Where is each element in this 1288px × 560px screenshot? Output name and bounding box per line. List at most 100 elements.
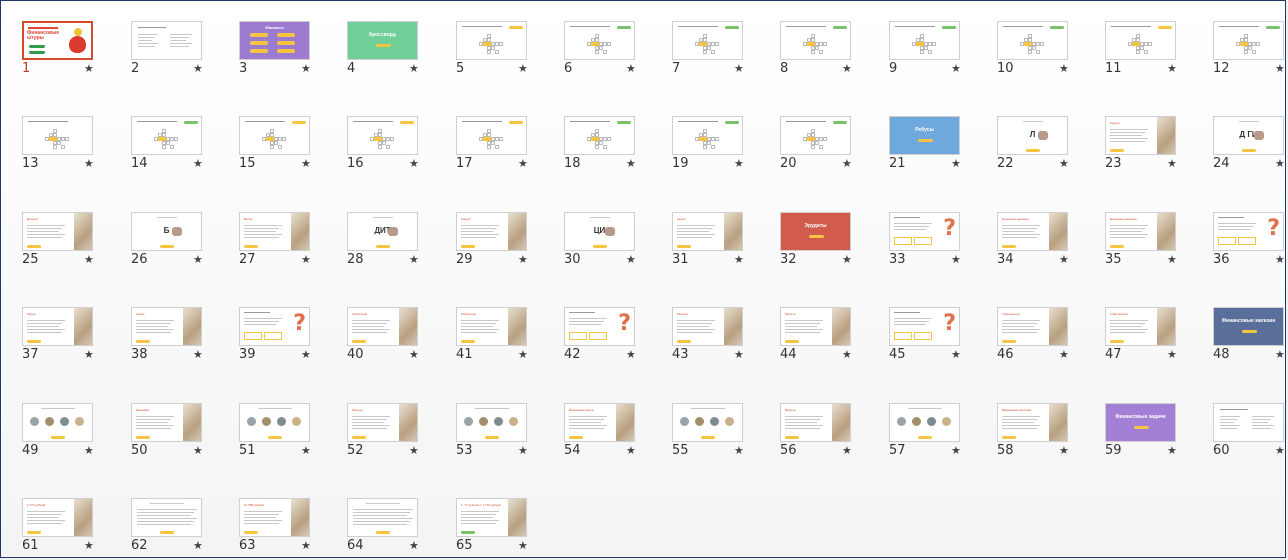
slide-thumbnail[interactable] [239, 116, 310, 155]
slide-favorite-star-icon[interactable]: ★ [842, 254, 852, 266]
slide-favorite-star-icon[interactable]: ★ [734, 254, 744, 266]
slide-favorite-star-icon[interactable]: ★ [951, 63, 961, 75]
slide-favorite-star-icon[interactable]: ★ [1275, 158, 1285, 170]
slide-thumbnail[interactable] [997, 21, 1068, 60]
slide-thumbnail[interactable] [1213, 403, 1284, 442]
slide-thumbnail-slot[interactable]: Банковская карта 54 ★ [564, 403, 659, 459]
slide-thumbnail-slot[interactable]: Денежная единица 34 ★ [997, 212, 1092, 268]
slide-thumbnail[interactable]: Кредит [1105, 116, 1176, 155]
slide-thumbnail-slot[interactable]: Монеты 52 ★ [347, 403, 442, 459]
slide-thumbnail-slot[interactable]: 49 ★ [22, 403, 117, 459]
slide-thumbnail-slot[interactable]: 1. 77 рублей 2. 1 770 рублей 65 ★ [456, 498, 551, 554]
slide-thumbnail[interactable]: ДИТ [347, 212, 418, 251]
slide-favorite-star-icon[interactable]: ★ [626, 445, 636, 457]
slide-favorite-star-icon[interactable]: ★ [409, 349, 419, 361]
slide-thumbnail-slot[interactable]: Вклад 27 ★ [239, 212, 334, 268]
slide-favorite-star-icon[interactable]: ★ [1275, 349, 1285, 361]
slide-thumbnail-slot[interactable]: ДИТ 28 ★ [347, 212, 442, 268]
slide-thumbnail[interactable]: Сбережения [997, 307, 1068, 346]
slide-favorite-star-icon[interactable]: ★ [842, 445, 852, 457]
slide-thumbnail-slot[interactable]: Кредит 29 ★ [456, 212, 551, 268]
slide-favorite-star-icon[interactable]: ★ [84, 158, 94, 170]
slide-favorite-star-icon[interactable]: ★ [518, 63, 528, 75]
slide-thumbnail[interactable]: ? [889, 307, 960, 346]
slide-thumbnail[interactable] [780, 116, 851, 155]
slide-thumbnail[interactable] [131, 116, 202, 155]
slide-favorite-star-icon[interactable]: ★ [1275, 254, 1285, 266]
slide-favorite-star-icon[interactable]: ★ [193, 349, 203, 361]
slide-thumbnail-slot[interactable]: 19 ★ [672, 116, 767, 172]
slide-thumbnail-slot[interactable]: Финансы 3 ★ [239, 21, 334, 77]
slide-thumbnail-slot[interactable]: 8 ★ [780, 21, 875, 77]
slide-favorite-star-icon[interactable]: ★ [1167, 158, 1177, 170]
slide-favorite-star-icon[interactable]: ★ [842, 158, 852, 170]
slide-favorite-star-icon[interactable]: ★ [409, 540, 419, 552]
slide-thumbnail[interactable] [347, 498, 418, 537]
slide-thumbnail-slot[interactable]: Акция 37 ★ [22, 307, 117, 363]
slide-favorite-star-icon[interactable]: ★ [84, 63, 94, 75]
slide-favorite-star-icon[interactable]: ★ [84, 540, 94, 552]
slide-favorite-star-icon[interactable]: ★ [409, 158, 419, 170]
slide-thumbnail[interactable] [672, 21, 743, 60]
slide-favorite-star-icon[interactable]: ★ [301, 254, 311, 266]
slide-favorite-star-icon[interactable]: ★ [1059, 254, 1069, 266]
slide-thumbnail[interactable]: Финансы [239, 21, 310, 60]
slide-favorite-star-icon[interactable]: ★ [1167, 349, 1177, 361]
slide-thumbnail[interactable]: Депозит [22, 212, 93, 251]
slide-thumbnail-slot[interactable]: 17 ★ [456, 116, 551, 172]
slide-favorite-star-icon[interactable]: ★ [842, 63, 852, 75]
slide-thumbnail-slot[interactable]: 55 ★ [672, 403, 767, 459]
slide-thumbnail-slot[interactable]: Облигация 40 ★ [347, 307, 442, 363]
slide-favorite-star-icon[interactable]: ★ [626, 349, 636, 361]
slide-thumbnail[interactable]: ? [1213, 212, 1284, 251]
slide-thumbnail-slot[interactable]: Депозит 25 ★ [22, 212, 117, 268]
slide-favorite-star-icon[interactable]: ★ [301, 349, 311, 361]
slide-thumbnail-slot[interactable]: Б 26 ★ [131, 212, 226, 268]
slide-favorite-star-icon[interactable]: ★ [84, 349, 94, 361]
slide-favorite-star-icon[interactable]: ★ [734, 63, 744, 75]
slide-thumbnail[interactable]: Сбережения [1105, 307, 1176, 346]
slide-favorite-star-icon[interactable]: ★ [1275, 63, 1285, 75]
slide-thumbnail[interactable] [456, 21, 527, 60]
slide-thumbnail[interactable]: Монета [672, 307, 743, 346]
slide-thumbnail[interactable]: Л [997, 116, 1068, 155]
slide-thumbnail-slot[interactable]: ? 36 ★ [1213, 212, 1288, 268]
slide-thumbnail[interactable] [131, 498, 202, 537]
slide-favorite-star-icon[interactable]: ★ [409, 63, 419, 75]
slide-thumbnail[interactable]: Облигация [347, 307, 418, 346]
slide-favorite-star-icon[interactable]: ★ [301, 158, 311, 170]
slide-thumbnail-slot[interactable]: Эрудиты 32 ★ [780, 212, 875, 268]
slide-favorite-star-icon[interactable]: ★ [734, 158, 744, 170]
slide-favorite-star-icon[interactable]: ★ [951, 254, 961, 266]
slide-thumbnail-slot[interactable]: Ребусы 21 ★ [889, 116, 984, 172]
slide-favorite-star-icon[interactable]: ★ [193, 254, 203, 266]
slide-thumbnail-slot[interactable]: 15 ★ [239, 116, 334, 172]
slide-thumbnail[interactable] [564, 116, 635, 155]
slide-thumbnail-slot[interactable]: Сбережения 46 ★ [997, 307, 1092, 363]
slide-thumbnail-slot[interactable]: 60 ★ [1213, 403, 1288, 459]
slide-favorite-star-icon[interactable]: ★ [951, 158, 961, 170]
slide-favorite-star-icon[interactable]: ★ [301, 445, 311, 457]
slide-thumbnail-slot[interactable]: Кроссворд 4 ★ [347, 21, 442, 77]
slide-favorite-star-icon[interactable]: ★ [193, 158, 203, 170]
slide-thumbnail[interactable]: Облигация [456, 307, 527, 346]
slide-thumbnail[interactable]: Вклад [239, 212, 310, 251]
slide-thumbnail[interactable] [22, 116, 93, 155]
slide-thumbnail[interactable]: Д ГИ [1213, 116, 1284, 155]
slide-thumbnail[interactable] [1105, 21, 1176, 60]
slide-thumbnail-slot[interactable]: 11 ★ [1105, 21, 1200, 77]
slide-thumbnail-slot[interactable]: Денежная единица 35 ★ [1105, 212, 1200, 268]
slide-thumbnail-slot[interactable]: 16 ★ [347, 116, 442, 172]
slide-thumbnail[interactable]: Монеты [347, 403, 418, 442]
slide-favorite-star-icon[interactable]: ★ [1059, 445, 1069, 457]
slide-thumbnail-slot[interactable]: Банковская карточка 58 ★ [997, 403, 1092, 459]
slide-favorite-star-icon[interactable]: ★ [626, 158, 636, 170]
slide-thumbnail[interactable]: Банковская карточка [997, 403, 1068, 442]
slide-thumbnail[interactable]: Акция [672, 212, 743, 251]
slide-favorite-star-icon[interactable]: ★ [626, 63, 636, 75]
slide-thumbnail-slot[interactable]: Л 22 ★ [997, 116, 1092, 172]
slide-thumbnail[interactable]: ЦИ [564, 212, 635, 251]
slide-thumbnail[interactable]: 1. 77 рублей 2. 1 770 рублей [456, 498, 527, 537]
slide-thumbnail-slot[interactable]: 14 ★ [131, 116, 226, 172]
slide-favorite-star-icon[interactable]: ★ [734, 445, 744, 457]
